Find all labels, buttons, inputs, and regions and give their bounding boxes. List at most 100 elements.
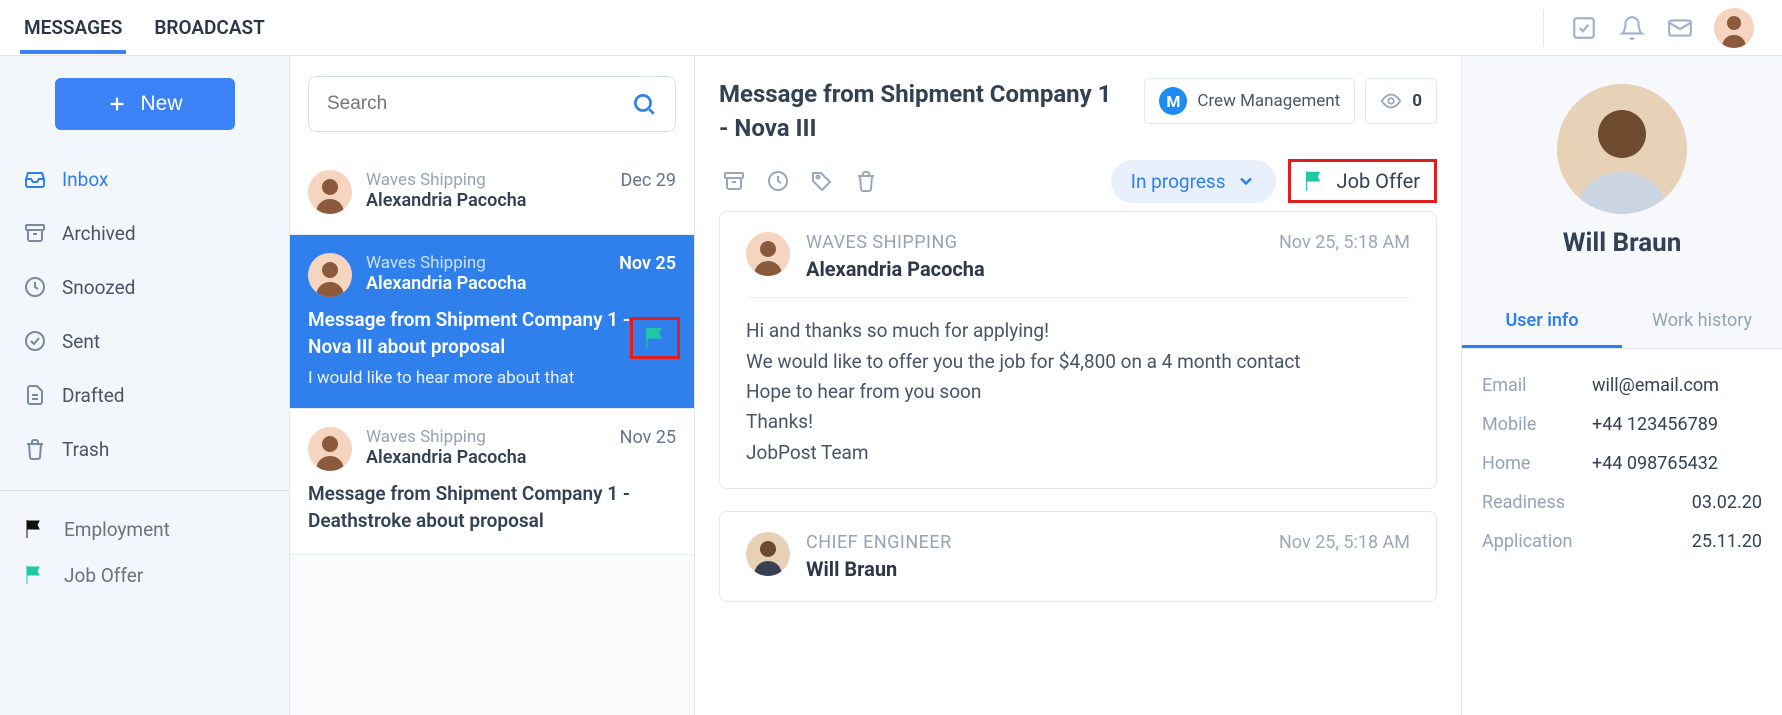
message-sender: Alexandria Pacocha: [366, 273, 605, 294]
info-val-readiness: 03.02.20: [1692, 492, 1762, 513]
thread-label-text: Job Offer: [1337, 169, 1420, 193]
tab-user-info[interactable]: User info: [1462, 296, 1622, 348]
clock-icon: [22, 274, 48, 300]
info-key-email: Email: [1482, 375, 1592, 396]
delete-button[interactable]: [851, 166, 881, 196]
info-val-email: will@email.com: [1592, 375, 1762, 396]
new-button-label: New: [140, 92, 182, 116]
info-key-application: Application: [1482, 531, 1572, 552]
flag-icon: [22, 563, 46, 587]
status-label: In progress: [1131, 170, 1226, 193]
message-subject: Message from Shipment Company 1 - Nova I…: [308, 307, 676, 360]
reading-pane: Message from Shipment Company 1 - Nova I…: [695, 56, 1782, 715]
label-job-offer[interactable]: Job Offer: [12, 553, 277, 597]
thread-author: Will Braun: [806, 557, 1263, 581]
folder-archived[interactable]: Archived: [12, 208, 277, 258]
thread-company: WAVES SHIPPING: [806, 232, 1263, 253]
tab-work-history[interactable]: Work history: [1622, 296, 1782, 348]
thread-company: CHIEF ENGINEER: [806, 532, 1263, 553]
folder-snoozed[interactable]: Snoozed: [12, 262, 277, 312]
label-employment[interactable]: Employment: [12, 507, 277, 551]
message-sender: Alexandria Pacocha: [366, 190, 607, 211]
folder-sent[interactable]: Sent: [12, 316, 277, 366]
message-item[interactable]: Waves Shipping Alexandria Pacocha Nov 25…: [290, 235, 694, 409]
sender-avatar: [308, 253, 352, 297]
bell-icon[interactable]: [1618, 14, 1646, 42]
status-dropdown[interactable]: In progress: [1111, 160, 1276, 203]
folder-trash[interactable]: Trash: [12, 424, 277, 474]
message-preview: I would like to hear more about that: [308, 368, 676, 388]
thread-author: Alexandria Pacocha: [806, 257, 1263, 281]
profile-name: Will Braun: [1563, 228, 1682, 258]
folder-label: Inbox: [62, 168, 108, 191]
folder-label: Sent: [62, 330, 100, 353]
inbox-icon: [22, 166, 48, 192]
tab-messages[interactable]: MESSAGES: [20, 2, 126, 53]
folder-label: Drafted: [62, 384, 124, 407]
message-subject: Message from Shipment Company 1 - Deaths…: [308, 481, 676, 534]
search-input[interactable]: [327, 93, 631, 115]
watchers-value: 0: [1412, 91, 1422, 111]
sent-icon: [22, 328, 48, 354]
sender-avatar: [308, 170, 352, 214]
context-dept-label: Crew Management: [1197, 90, 1340, 112]
sidebar-divider: [0, 490, 289, 491]
message-company: Waves Shipping: [366, 427, 606, 447]
new-button[interactable]: New: [55, 78, 235, 130]
folder-label: Trash: [62, 438, 109, 461]
profile-avatar: [1557, 84, 1687, 214]
profile-pane: Will Braun User info Work history Emailw…: [1462, 56, 1782, 715]
tag-button[interactable]: [807, 166, 837, 196]
current-user-avatar[interactable]: [1714, 8, 1754, 48]
message-list: Waves Shipping Alexandria Pacocha Dec 29…: [290, 56, 695, 715]
search-icon: [631, 91, 657, 117]
mail-icon[interactable]: [1666, 14, 1694, 42]
folder-label: Archived: [62, 222, 136, 245]
thread-title: Message from Shipment Company 1 - Nova I…: [719, 78, 1124, 145]
snooze-button[interactable]: [763, 166, 793, 196]
info-key-home: Home: [1482, 453, 1592, 474]
tab-broadcast[interactable]: BROADCAST: [150, 2, 268, 53]
thread-date: Nov 25, 5:18 AM: [1279, 532, 1410, 553]
thread-message: CHIEF ENGINEER Will Braun Nov 25, 5:18 A…: [719, 511, 1437, 602]
message-company: Waves Shipping: [366, 253, 605, 273]
thread-body: Hi and thanks so much for applying! We w…: [746, 298, 1410, 468]
sender-avatar: [308, 427, 352, 471]
thread-date: Nov 25, 5:18 AM: [1279, 232, 1410, 253]
draft-icon: [22, 382, 48, 408]
message-item[interactable]: Waves Shipping Alexandria Pacocha Nov 25…: [290, 409, 694, 555]
search-field[interactable]: [308, 76, 676, 132]
folder-inbox[interactable]: Inbox: [12, 154, 277, 204]
message-item[interactable]: Waves Shipping Alexandria Pacocha Dec 29: [290, 152, 694, 235]
context-department[interactable]: M Crew Management: [1144, 78, 1355, 124]
message-date: Nov 25: [619, 253, 676, 274]
dept-logo-icon: M: [1159, 87, 1187, 115]
author-avatar: [746, 532, 790, 576]
message-flag-highlight: [630, 317, 680, 359]
thread-message: WAVES SHIPPING Alexandria Pacocha Nov 25…: [719, 211, 1437, 489]
message-sender: Alexandria Pacocha: [366, 447, 606, 468]
archive-icon: [22, 220, 48, 246]
flag-icon: [22, 517, 46, 541]
message-date: Nov 25: [620, 427, 676, 448]
eye-icon: [1380, 90, 1402, 112]
info-val-home: +44 098765432: [1592, 453, 1762, 474]
info-key-readiness: Readiness: [1482, 492, 1565, 513]
watchers-count[interactable]: 0: [1365, 78, 1437, 124]
checkbox-icon[interactable]: [1570, 14, 1598, 42]
info-val-mobile: +44 123456789: [1592, 414, 1762, 435]
sidebar: New Inbox Archived Snoozed Sent: [0, 56, 290, 715]
message-company: Waves Shipping: [366, 170, 607, 190]
info-val-application: 25.11.20: [1692, 531, 1762, 552]
info-key-mobile: Mobile: [1482, 414, 1592, 435]
folder-label: Snoozed: [62, 276, 135, 299]
label-text: Employment: [64, 518, 170, 541]
trash-icon: [22, 436, 48, 462]
author-avatar: [746, 232, 790, 276]
message-date: Dec 29: [621, 170, 676, 191]
folder-drafted[interactable]: Drafted: [12, 370, 277, 420]
label-text: Job Offer: [64, 564, 143, 587]
thread-label-pill[interactable]: Job Offer: [1288, 159, 1437, 203]
archive-button[interactable]: [719, 166, 749, 196]
top-bar: MESSAGES BROADCAST: [0, 0, 1782, 56]
